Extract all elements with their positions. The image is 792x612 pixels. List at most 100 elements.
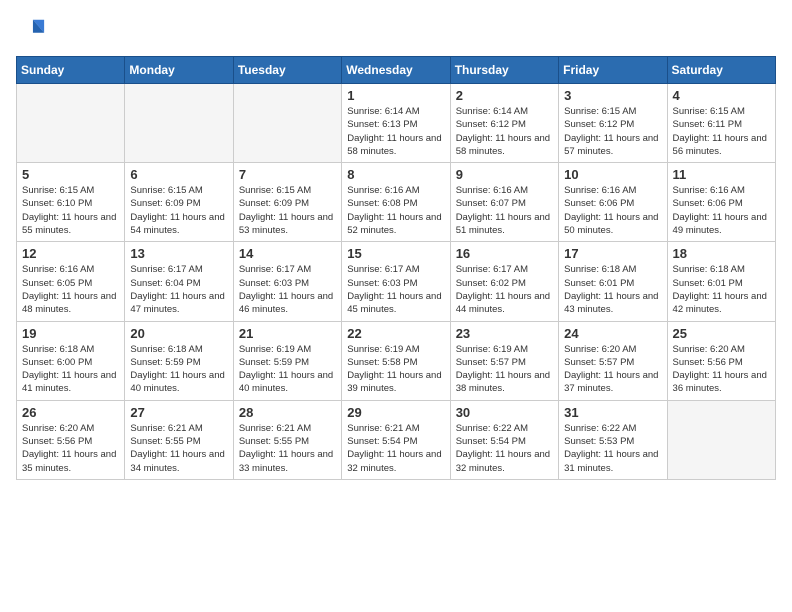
logo: [16, 16, 46, 44]
day-info: Sunrise: 6:20 AM Sunset: 5:56 PM Dayligh…: [22, 422, 119, 475]
calendar-cell: 20 Sunrise: 6:18 AM Sunset: 5:59 PM Dayli…: [125, 321, 233, 400]
calendar-week-row: 5 Sunrise: 6:15 AM Sunset: 6:10 PM Daylig…: [17, 163, 776, 242]
day-number: 9: [456, 167, 553, 182]
day-info: Sunrise: 6:16 AM Sunset: 6:07 PM Dayligh…: [456, 184, 553, 237]
calendar-cell: 29Sunrise: 6:21 AM Sunset: 5:54 PM Dayli…: [342, 400, 450, 479]
day-info: Sunrise: 6:21 AM Sunset: 5:55 PM Dayligh…: [130, 422, 227, 475]
day-info: Sunrise: 6:15 AM Sunset: 6:11 PM Dayligh…: [673, 105, 770, 158]
day-number: 27: [130, 405, 227, 420]
day-header-thursday: Thursday: [450, 57, 558, 84]
calendar-cell: 31 Sunrise: 6:22 AM Sunset: 5:53 PM Dayli…: [559, 400, 667, 479]
day-number: 4: [673, 88, 770, 103]
calendar-week-row: 1 Sunrise: 6:14 AM Sunset: 6:13 PM Daylig…: [17, 84, 776, 163]
day-number: 6: [130, 167, 227, 182]
day-info: Sunrise: 6:15 AM Sunset: 6:09 PM Dayligh…: [239, 184, 336, 237]
day-info: Sunrise: 6:14 AM Sunset: 6:13 PM Dayligh…: [347, 105, 444, 158]
calendar-cell: 27 Sunrise: 6:21 AM Sunset: 5:55 PM Dayli…: [125, 400, 233, 479]
day-info: Sunrise: 6:21 AM Sunset: 5:55 PM Dayligh…: [239, 422, 336, 475]
calendar-cell: 3 Sunrise: 6:15 AM Sunset: 6:12 PM Daylig…: [559, 84, 667, 163]
day-number: 11: [673, 167, 770, 182]
day-number: 22: [347, 326, 444, 341]
calendar-cell: 22 Sunrise: 6:19 AM Sunset: 5:58 PM Dayli…: [342, 321, 450, 400]
calendar-cell: 4 Sunrise: 6:15 AM Sunset: 6:11 PM Daylig…: [667, 84, 775, 163]
day-number: 31: [564, 405, 661, 420]
day-info: Sunrise: 6:16 AM Sunset: 6:08 PM Dayligh…: [347, 184, 444, 237]
calendar-cell: 5 Sunrise: 6:15 AM Sunset: 6:10 PM Daylig…: [17, 163, 125, 242]
day-info: Sunrise: 6:17 AM Sunset: 6:03 PM Dayligh…: [239, 263, 336, 316]
calendar-cell: [125, 84, 233, 163]
day-number: 10: [564, 167, 661, 182]
day-number: 30: [456, 405, 553, 420]
day-number: 12: [22, 246, 119, 261]
day-info: Sunrise: 6:16 AM Sunset: 6:05 PM Dayligh…: [22, 263, 119, 316]
calendar-week-row: 26Sunrise: 6:20 AM Sunset: 5:56 PM Dayli…: [17, 400, 776, 479]
day-info: Sunrise: 6:19 AM Sunset: 5:59 PM Dayligh…: [239, 343, 336, 396]
day-number: 7: [239, 167, 336, 182]
day-info: Sunrise: 6:22 AM Sunset: 5:53 PM Dayligh…: [564, 422, 661, 475]
calendar-cell: 9 Sunrise: 6:16 AM Sunset: 6:07 PM Daylig…: [450, 163, 558, 242]
calendar-cell: 18 Sunrise: 6:18 AM Sunset: 6:01 PM Dayli…: [667, 242, 775, 321]
calendar-cell: [233, 84, 341, 163]
calendar-cell: 7 Sunrise: 6:15 AM Sunset: 6:09 PM Daylig…: [233, 163, 341, 242]
calendar-cell: 13 Sunrise: 6:17 AM Sunset: 6:04 PM Dayli…: [125, 242, 233, 321]
calendar-cell: 10 Sunrise: 6:16 AM Sunset: 6:06 PM Dayli…: [559, 163, 667, 242]
day-info: Sunrise: 6:18 AM Sunset: 5:59 PM Dayligh…: [130, 343, 227, 396]
day-info: Sunrise: 6:18 AM Sunset: 6:01 PM Dayligh…: [564, 263, 661, 316]
day-info: Sunrise: 6:15 AM Sunset: 6:12 PM Dayligh…: [564, 105, 661, 158]
logo-icon: [18, 16, 46, 44]
day-info: Sunrise: 6:18 AM Sunset: 6:01 PM Dayligh…: [673, 263, 770, 316]
calendar-cell: 17 Sunrise: 6:18 AM Sunset: 6:01 PM Dayli…: [559, 242, 667, 321]
calendar-cell: 8 Sunrise: 6:16 AM Sunset: 6:08 PM Daylig…: [342, 163, 450, 242]
calendar-cell: 26Sunrise: 6:20 AM Sunset: 5:56 PM Dayli…: [17, 400, 125, 479]
day-info: Sunrise: 6:14 AM Sunset: 6:12 PM Dayligh…: [456, 105, 553, 158]
day-number: 19: [22, 326, 119, 341]
calendar-cell: [17, 84, 125, 163]
day-number: 17: [564, 246, 661, 261]
day-info: Sunrise: 6:15 AM Sunset: 6:09 PM Dayligh…: [130, 184, 227, 237]
day-number: 16: [456, 246, 553, 261]
day-info: Sunrise: 6:21 AM Sunset: 5:54 PM Dayligh…: [347, 422, 444, 475]
day-info: Sunrise: 6:18 AM Sunset: 6:00 PM Dayligh…: [22, 343, 119, 396]
calendar-cell: 11Sunrise: 6:16 AM Sunset: 6:06 PM Dayli…: [667, 163, 775, 242]
day-number: 13: [130, 246, 227, 261]
calendar-cell: [667, 400, 775, 479]
day-info: Sunrise: 6:19 AM Sunset: 5:58 PM Dayligh…: [347, 343, 444, 396]
day-number: 23: [456, 326, 553, 341]
day-header-saturday: Saturday: [667, 57, 775, 84]
day-number: 2: [456, 88, 553, 103]
calendar-cell: 28Sunrise: 6:21 AM Sunset: 5:55 PM Dayli…: [233, 400, 341, 479]
day-number: 15: [347, 246, 444, 261]
day-header-friday: Friday: [559, 57, 667, 84]
calendar-cell: 1 Sunrise: 6:14 AM Sunset: 6:13 PM Daylig…: [342, 84, 450, 163]
calendar-cell: 19 Sunrise: 6:18 AM Sunset: 6:00 PM Dayli…: [17, 321, 125, 400]
day-number: 25: [673, 326, 770, 341]
day-number: 20: [130, 326, 227, 341]
calendar-cell: 30 Sunrise: 6:22 AM Sunset: 5:54 PM Dayli…: [450, 400, 558, 479]
day-info: Sunrise: 6:20 AM Sunset: 5:57 PM Dayligh…: [564, 343, 661, 396]
calendar-cell: 21 Sunrise: 6:19 AM Sunset: 5:59 PM Dayli…: [233, 321, 341, 400]
day-info: Sunrise: 6:20 AM Sunset: 5:56 PM Dayligh…: [673, 343, 770, 396]
day-header-tuesday: Tuesday: [233, 57, 341, 84]
calendar-table: SundayMondayTuesdayWednesdayThursdayFrid…: [16, 56, 776, 480]
day-header-monday: Monday: [125, 57, 233, 84]
day-number: 5: [22, 167, 119, 182]
calendar-cell: 15Sunrise: 6:17 AM Sunset: 6:03 PM Dayli…: [342, 242, 450, 321]
day-header-wednesday: Wednesday: [342, 57, 450, 84]
day-info: Sunrise: 6:22 AM Sunset: 5:54 PM Dayligh…: [456, 422, 553, 475]
day-info: Sunrise: 6:17 AM Sunset: 6:04 PM Dayligh…: [130, 263, 227, 316]
day-info: Sunrise: 6:15 AM Sunset: 6:10 PM Dayligh…: [22, 184, 119, 237]
day-number: 21: [239, 326, 336, 341]
calendar-cell: 12 Sunrise: 6:16 AM Sunset: 6:05 PM Dayli…: [17, 242, 125, 321]
calendar-cell: 16Sunrise: 6:17 AM Sunset: 6:02 PM Dayli…: [450, 242, 558, 321]
day-number: 1: [347, 88, 444, 103]
calendar-header-row: SundayMondayTuesdayWednesdayThursdayFrid…: [17, 57, 776, 84]
calendar-cell: 25 Sunrise: 6:20 AM Sunset: 5:56 PM Dayli…: [667, 321, 775, 400]
day-number: 3: [564, 88, 661, 103]
day-number: 18: [673, 246, 770, 261]
page-header: [16, 16, 776, 44]
day-info: Sunrise: 6:16 AM Sunset: 6:06 PM Dayligh…: [564, 184, 661, 237]
calendar-cell: 14Sunrise: 6:17 AM Sunset: 6:03 PM Dayli…: [233, 242, 341, 321]
calendar-cell: 6 Sunrise: 6:15 AM Sunset: 6:09 PM Daylig…: [125, 163, 233, 242]
day-number: 8: [347, 167, 444, 182]
calendar-week-row: 19 Sunrise: 6:18 AM Sunset: 6:00 PM Dayli…: [17, 321, 776, 400]
